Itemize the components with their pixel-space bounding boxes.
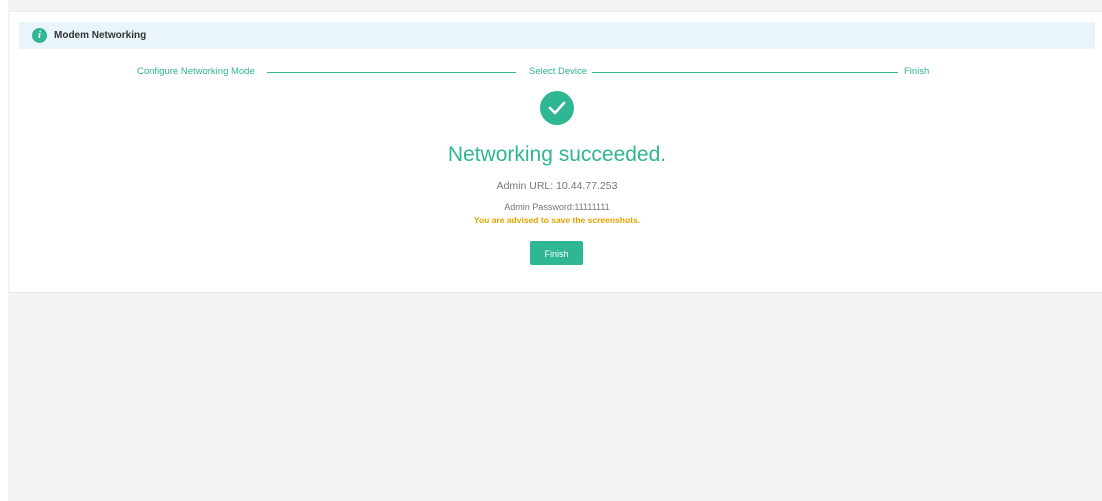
finish-button[interactable]: Finish <box>530 241 583 265</box>
admin-password: Admin Password:11111111 <box>504 202 610 212</box>
info-icon: i <box>32 28 47 43</box>
networking-panel: i Modem Networking Configure Networking … <box>10 11 1102 293</box>
step-connector <box>592 72 898 73</box>
step-connector <box>267 72 516 73</box>
success-message: Networking succeeded. <box>447 143 667 166</box>
step-select-device: Select Device <box>529 66 588 77</box>
check-circle-icon <box>540 91 574 125</box>
panel-title: Modem Networking <box>54 30 147 41</box>
step-configure-networking-mode: Configure Networking Mode <box>137 66 255 77</box>
step-finish: Finish <box>904 66 930 77</box>
step-progress: Configure Networking Mode Select Device … <box>10 66 1102 80</box>
admin-url: Admin URL: 10.44.77.253 <box>496 180 618 192</box>
save-screenshot-advice: You are advised to save the screenshots. <box>473 215 641 225</box>
panel-header: i Modem Networking <box>19 22 1095 49</box>
